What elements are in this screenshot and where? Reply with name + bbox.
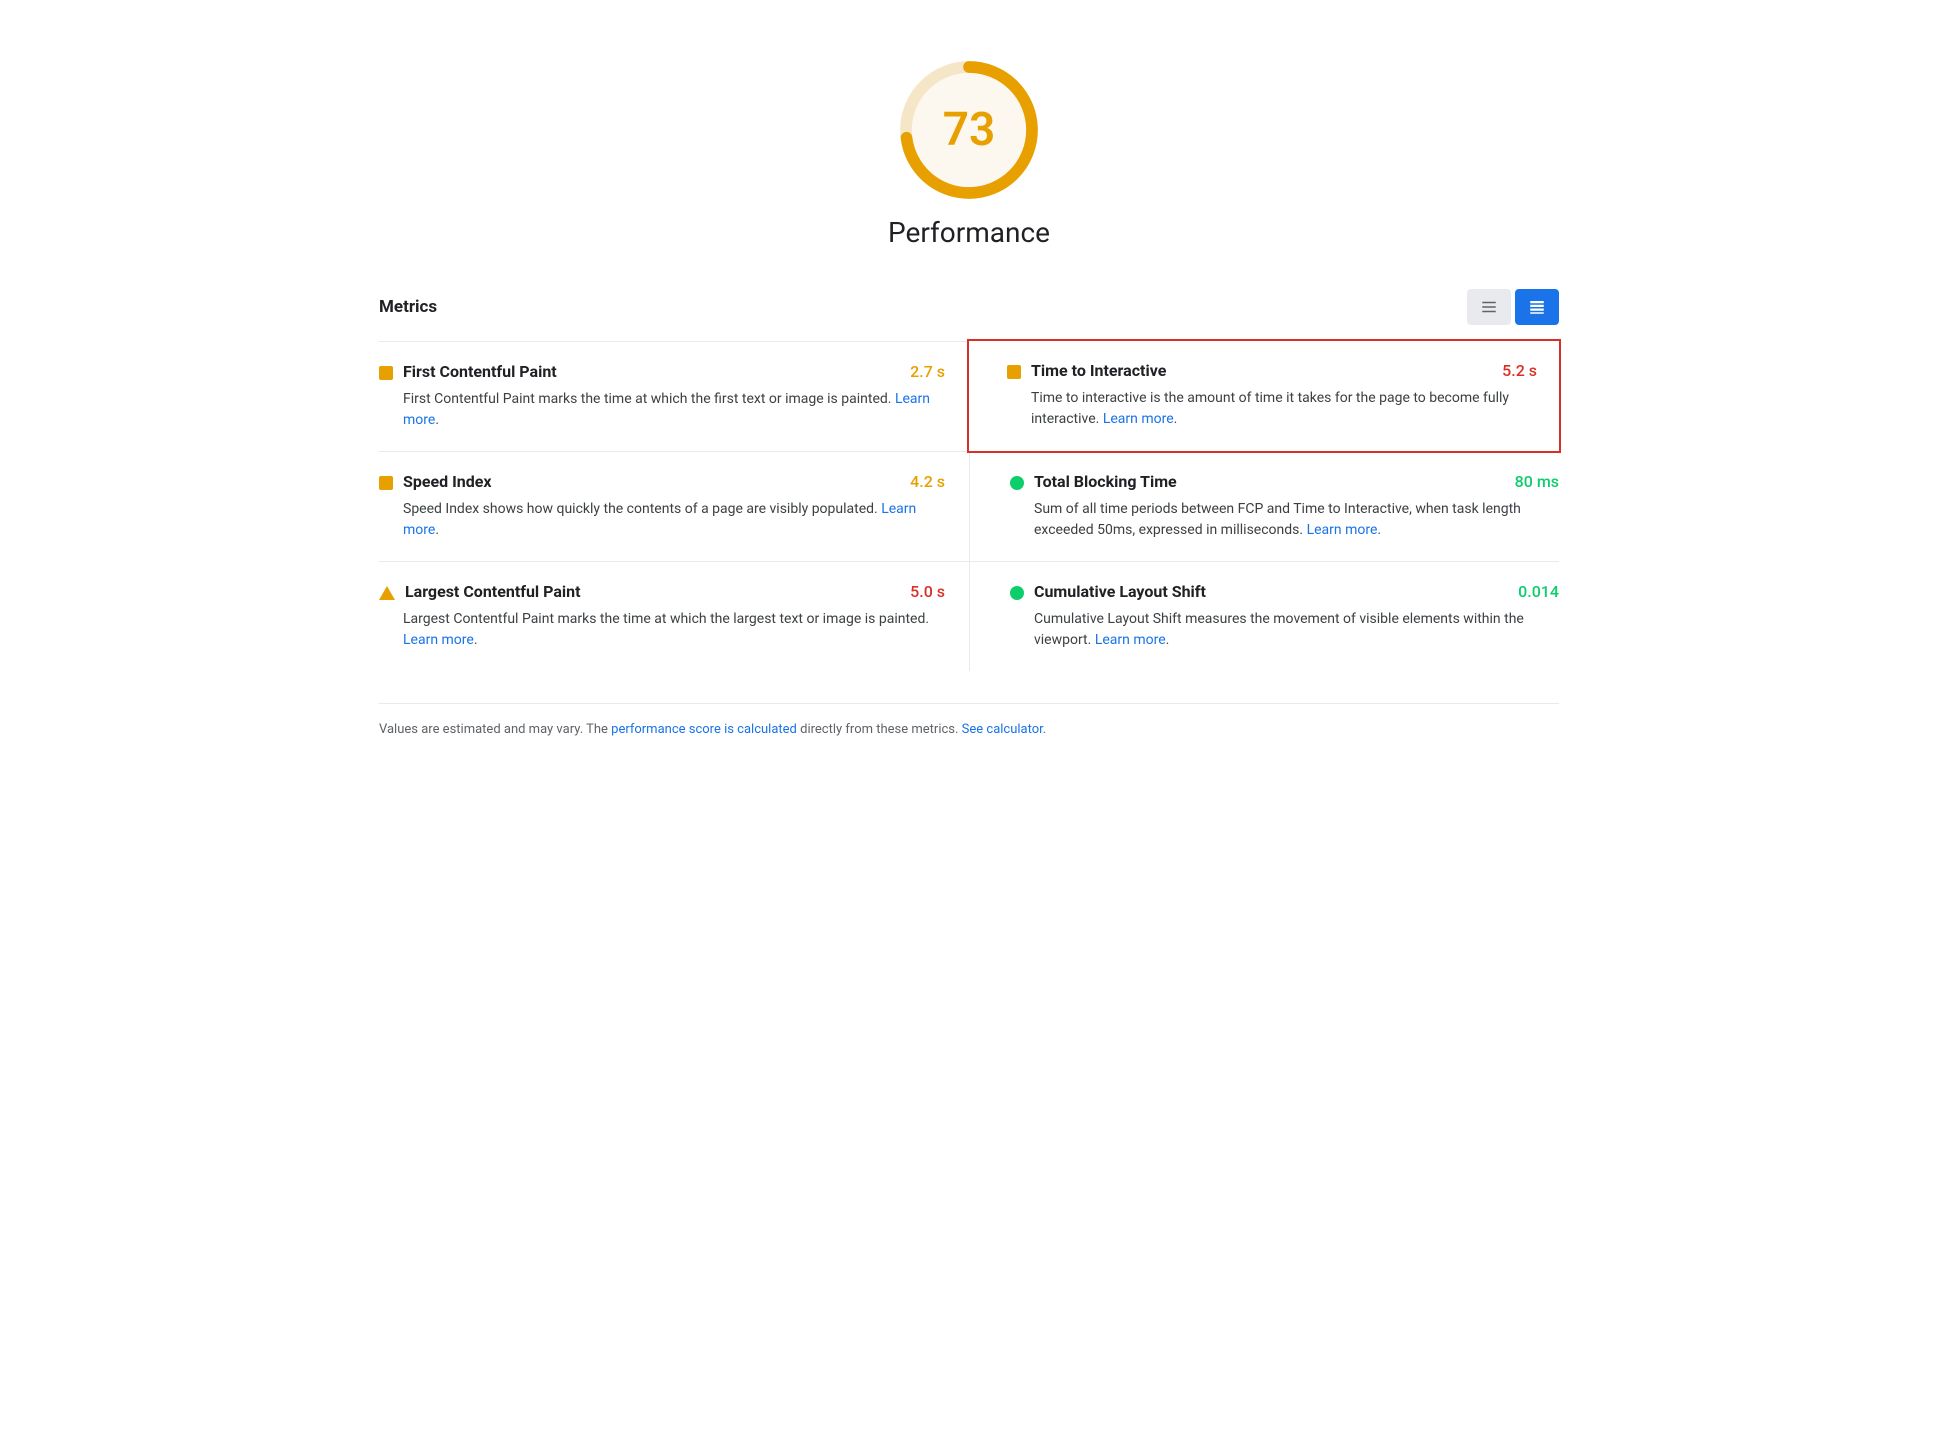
metrics-header: Metrics: [379, 289, 1559, 325]
metric-description-lcp: Largest Contentful Paint marks the time …: [403, 609, 945, 651]
metric-item-lcp: Largest Contentful Paint 5.0 s Largest C…: [379, 561, 969, 671]
metric-learn-more-cls[interactable]: Learn more: [1095, 632, 1166, 648]
metric-description-tbt: Sum of all time periods between FCP and …: [1034, 499, 1559, 541]
toolbar-buttons: [1467, 289, 1559, 325]
metric-icon-si: [379, 476, 393, 490]
list-view-button[interactable]: [1467, 289, 1511, 325]
calculator-link[interactable]: See calculator.: [962, 722, 1047, 737]
metric-name-row-si: Speed Index: [379, 472, 492, 491]
metric-icon-cls: [1010, 586, 1024, 600]
detail-icon: [1528, 298, 1546, 316]
metric-name-row-lcp: Largest Contentful Paint: [379, 582, 581, 601]
metric-icon-lcp: [379, 586, 395, 600]
metric-name-row-tti: Time to Interactive: [1007, 361, 1166, 380]
metric-icon-tbt: [1010, 476, 1024, 490]
metric-name-row-fcp: First Contentful Paint: [379, 362, 557, 381]
metric-name-row-cls: Cumulative Layout Shift: [1010, 582, 1206, 601]
footer-text: Values are estimated and may vary. The p…: [379, 720, 1559, 740]
metric-learn-more-tbt[interactable]: Learn more: [1307, 522, 1378, 538]
metric-description-tti: Time to interactive is the amount of tim…: [1031, 388, 1537, 430]
metric-item-tti: Time to Interactive 5.2 s Time to intera…: [967, 339, 1561, 453]
metric-name-tti: Time to Interactive: [1031, 361, 1166, 380]
metric-learn-more-si[interactable]: Learn more: [403, 501, 916, 538]
footer-divider: [379, 703, 1559, 704]
metric-name-lcp: Largest Contentful Paint: [405, 582, 581, 601]
metric-header-tbt: Total Blocking Time 80 ms: [1010, 472, 1559, 491]
metric-value-lcp: 5.0 s: [910, 582, 945, 601]
metric-name-cls: Cumulative Layout Shift: [1034, 582, 1206, 601]
metric-learn-more-lcp[interactable]: Learn more: [403, 632, 474, 648]
metric-header-si: Speed Index 4.2 s: [379, 472, 945, 491]
score-gauge: 73: [899, 60, 1039, 200]
metric-item-fcp: First Contentful Paint 2.7 s First Conte…: [379, 341, 969, 451]
detail-view-button[interactable]: [1515, 289, 1559, 325]
score-value: 73: [943, 103, 996, 157]
metric-description-si: Speed Index shows how quickly the conten…: [403, 499, 945, 541]
metric-name-si: Speed Index: [403, 472, 492, 491]
list-icon: [1480, 298, 1498, 316]
metric-name-row-tbt: Total Blocking Time: [1010, 472, 1177, 491]
metric-value-tti: 5.2 s: [1502, 361, 1537, 380]
metric-item-cls: Cumulative Layout Shift 0.014 Cumulative…: [969, 561, 1559, 671]
metric-item-si: Speed Index 4.2 s Speed Index shows how …: [379, 451, 969, 561]
metric-learn-more-fcp[interactable]: Learn more: [403, 391, 930, 428]
metric-icon-fcp: [379, 366, 393, 380]
score-section: 73 Performance: [379, 40, 1559, 249]
metric-header-cls: Cumulative Layout Shift 0.014: [1010, 582, 1559, 601]
metric-value-tbt: 80 ms: [1515, 472, 1559, 491]
metrics-label: Metrics: [379, 297, 437, 317]
metric-header-lcp: Largest Contentful Paint 5.0 s: [379, 582, 945, 601]
metric-value-cls: 0.014: [1518, 582, 1559, 601]
page-title: Performance: [888, 216, 1050, 249]
metric-description-fcp: First Contentful Paint marks the time at…: [403, 389, 945, 431]
metrics-grid: First Contentful Paint 2.7 s First Conte…: [379, 341, 1559, 671]
metric-header-tti: Time to Interactive 5.2 s: [1007, 361, 1537, 380]
metric-item-tbt: Total Blocking Time 80 ms Sum of all tim…: [969, 451, 1559, 561]
metric-name-fcp: First Contentful Paint: [403, 362, 557, 381]
metric-name-tbt: Total Blocking Time: [1034, 472, 1177, 491]
metric-value-si: 4.2 s: [910, 472, 945, 491]
metric-header-fcp: First Contentful Paint 2.7 s: [379, 362, 945, 381]
metric-icon-tti: [1007, 365, 1021, 379]
footer-middle: directly from these metrics.: [797, 722, 962, 737]
metric-value-fcp: 2.7 s: [910, 362, 945, 381]
metric-learn-more-tti[interactable]: Learn more: [1103, 411, 1174, 427]
footer-prefix: Values are estimated and may vary. The: [379, 722, 611, 737]
metric-description-cls: Cumulative Layout Shift measures the mov…: [1034, 609, 1559, 651]
performance-score-link[interactable]: performance score is calculated: [611, 722, 797, 737]
